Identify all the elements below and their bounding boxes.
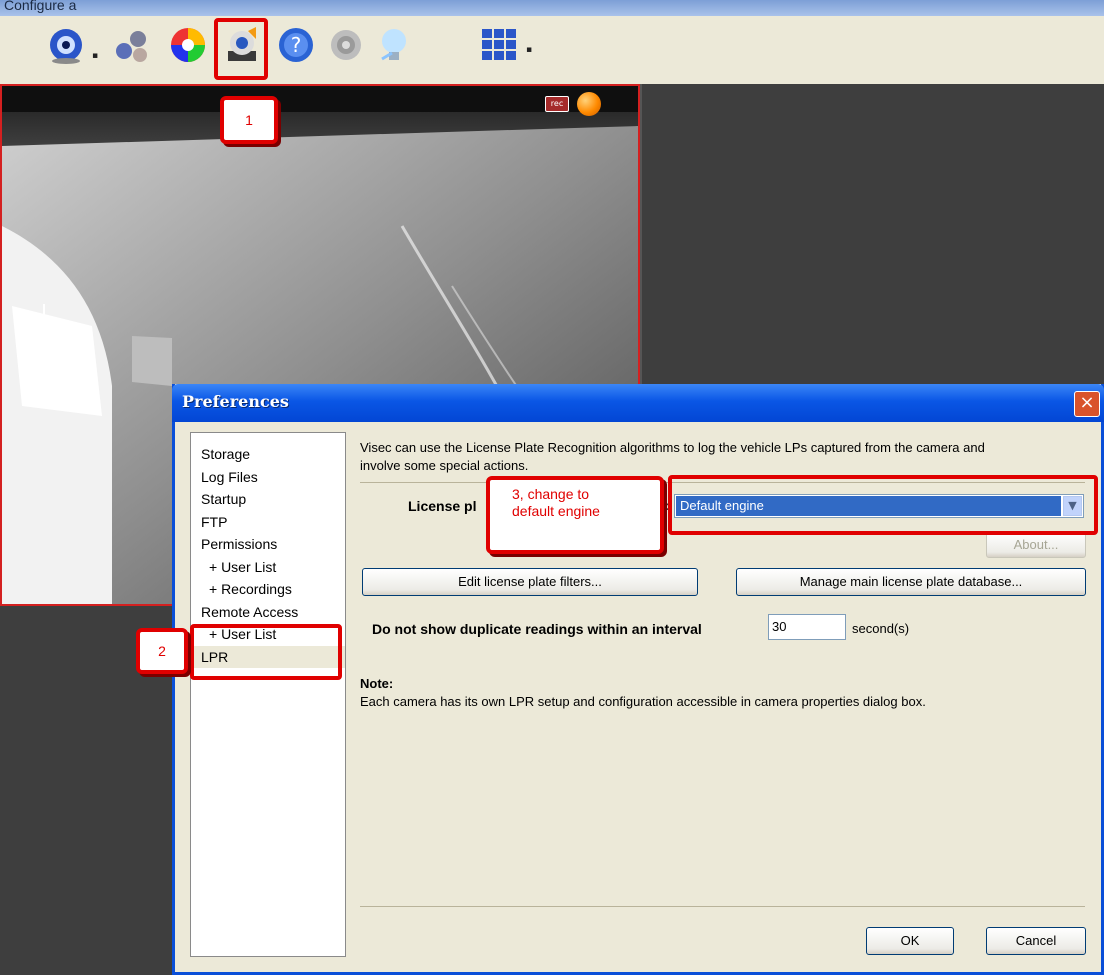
help-icon[interactable]: ?	[276, 25, 316, 65]
about-button: About...	[986, 532, 1086, 558]
record-indicator-icon[interactable]	[577, 92, 601, 116]
window-title-strip: Configure a	[0, 0, 1104, 16]
engine-highlight-box	[668, 475, 1098, 535]
cancel-button[interactable]: Cancel	[986, 927, 1086, 955]
svg-text:?: ?	[291, 33, 302, 57]
step-3-callout: 3, change to default engine	[486, 476, 664, 554]
description-text-continued: involve some special actions.	[360, 458, 529, 473]
preferences-highlight-box	[214, 18, 268, 80]
ok-button[interactable]: OK	[866, 927, 954, 955]
lpr-highlight-box	[190, 624, 342, 680]
description-text: Visec can use the License Plate Recognit…	[360, 440, 985, 455]
nav-item-recordings[interactable]: + Recordings	[191, 578, 345, 601]
nav-item-storage[interactable]: Storage	[191, 443, 345, 466]
layout-grid-icon[interactable]	[480, 25, 520, 65]
window-title-fragment: Configure a	[4, 0, 77, 13]
rec-badge: rec	[545, 96, 569, 112]
dialog-titlebar[interactable]: Preferences ×	[172, 384, 1104, 422]
interval-input[interactable]: 30	[768, 614, 846, 640]
nav-item-ftp[interactable]: FTP	[191, 511, 345, 534]
step-1-callout: 1	[220, 96, 278, 144]
dialog-title: Preferences	[182, 392, 289, 411]
nav-item-log-files[interactable]: Log Files	[191, 466, 345, 489]
note-title: Note:	[360, 676, 394, 691]
cameras-group-icon[interactable]	[112, 25, 152, 65]
note-text: Each camera has its own LPR setup and co…	[360, 694, 926, 709]
color-palette-icon[interactable]	[168, 25, 208, 65]
nav-item-remote-access[interactable]: Remote Access	[191, 601, 345, 624]
interval-unit: second(s)	[852, 621, 910, 636]
lightbulb-icon[interactable]	[374, 25, 414, 65]
nav-item-permissions-user-list[interactable]: + User List	[191, 556, 345, 579]
step-3-callout-line1: 3, change to	[512, 486, 590, 502]
speaker-icon[interactable]	[326, 25, 366, 65]
edit-filters-button[interactable]: Edit license plate filters...	[362, 568, 698, 596]
camera-dropdown-arrow-icon[interactable]: ▪	[92, 51, 98, 61]
main-toolbar: ▪ ? ▪	[0, 16, 1104, 85]
nav-item-permissions[interactable]: Permissions	[191, 533, 345, 556]
layout-dropdown-arrow-icon[interactable]: ▪	[526, 45, 532, 55]
close-button[interactable]: ×	[1074, 391, 1100, 417]
manage-database-button[interactable]: Manage main license plate database...	[736, 568, 1086, 596]
interval-label: Do not show duplicate readings within an…	[372, 621, 702, 637]
nav-item-startup[interactable]: Startup	[191, 488, 345, 511]
step-3-callout-line2: default engine	[512, 503, 600, 519]
divider	[360, 906, 1085, 907]
step-2-callout: 2	[136, 628, 188, 674]
preferences-nav-list: Storage Log Files Startup FTP Permission…	[190, 432, 346, 957]
engine-label: License pl	[408, 498, 477, 514]
camera-icon[interactable]	[46, 25, 86, 65]
